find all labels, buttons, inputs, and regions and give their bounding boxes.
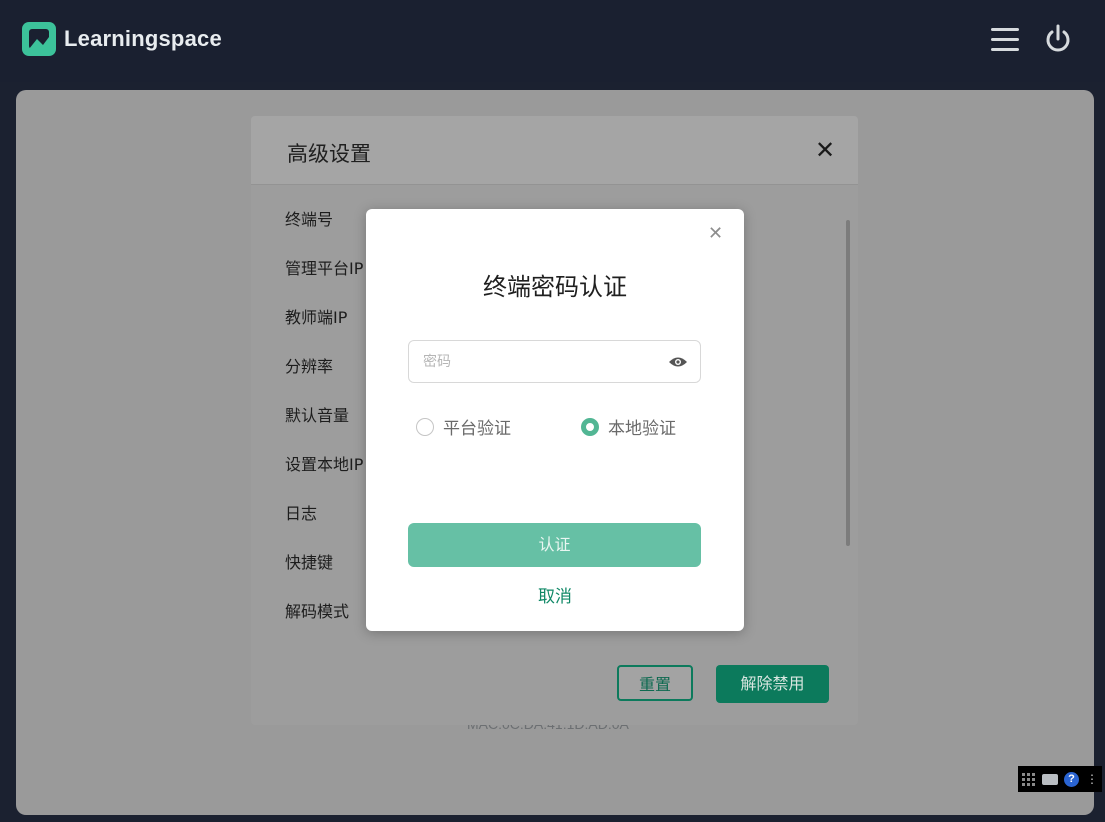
settings-item-local-ip[interactable]: 设置本地IP: [285, 451, 363, 500]
more-icon[interactable]: ⋮: [1086, 773, 1098, 785]
modal-title: 终端密码认证: [483, 273, 627, 301]
hamburger-menu-icon[interactable]: [991, 28, 1019, 54]
radio-platform-verify[interactable]: 平台验证: [416, 414, 511, 439]
radio-label: 本地验证: [608, 419, 676, 439]
reset-button[interactable]: 重置: [617, 665, 693, 701]
brand: Learningspace: [22, 22, 222, 56]
eye-icon[interactable]: [668, 355, 688, 369]
unban-button[interactable]: 解除禁用: [716, 665, 829, 703]
app-name: Learningspace: [64, 26, 222, 51]
authenticate-button[interactable]: 认证: [408, 523, 701, 567]
power-icon[interactable]: [1043, 22, 1073, 58]
top-bar: Learningspace: [0, 0, 1105, 82]
learningspace-logo-icon: [22, 22, 56, 56]
radio-checked-icon: [581, 417, 599, 436]
dialog-header: 高级设置 ✕: [251, 116, 858, 185]
system-tray: ? ⋮: [1018, 766, 1102, 792]
settings-list: 终端号 管理平台IP 教师端IP 分辨率 默认音量 设置本地IP 日志 快捷键 …: [285, 206, 363, 647]
password-auth-modal: ✕ 终端密码认证 平台验证 本地验证 认证 取消: [366, 209, 744, 631]
settings-item-platform-ip[interactable]: 管理平台IP: [285, 255, 363, 304]
close-icon[interactable]: ✕: [708, 225, 723, 243]
settings-item-decode-mode[interactable]: 解码模式: [285, 598, 363, 647]
keyboard-icon[interactable]: [1042, 773, 1058, 785]
settings-item-log[interactable]: 日志: [285, 500, 363, 549]
tray-grip-icon[interactable]: [1022, 769, 1036, 789]
cancel-button[interactable]: 取消: [366, 582, 744, 607]
dialog-title: 高级设置: [287, 142, 371, 166]
settings-item-resolution[interactable]: 分辨率: [285, 353, 363, 402]
help-icon[interactable]: ?: [1064, 771, 1079, 787]
settings-item-shortcut[interactable]: 快捷键: [285, 549, 363, 598]
settings-item-teacher-ip[interactable]: 教师端IP: [285, 304, 363, 353]
radio-unchecked-icon: [416, 417, 434, 436]
radio-label: 平台验证: [443, 419, 511, 439]
password-field: [408, 340, 701, 383]
password-input[interactable]: [421, 341, 665, 383]
settings-item-default-volume[interactable]: 默认音量: [285, 402, 363, 451]
close-icon[interactable]: ✕: [815, 138, 835, 162]
radio-local-verify[interactable]: 本地验证: [581, 414, 676, 439]
scrollbar[interactable]: [846, 220, 850, 546]
settings-item-terminal-number[interactable]: 终端号: [285, 206, 363, 255]
